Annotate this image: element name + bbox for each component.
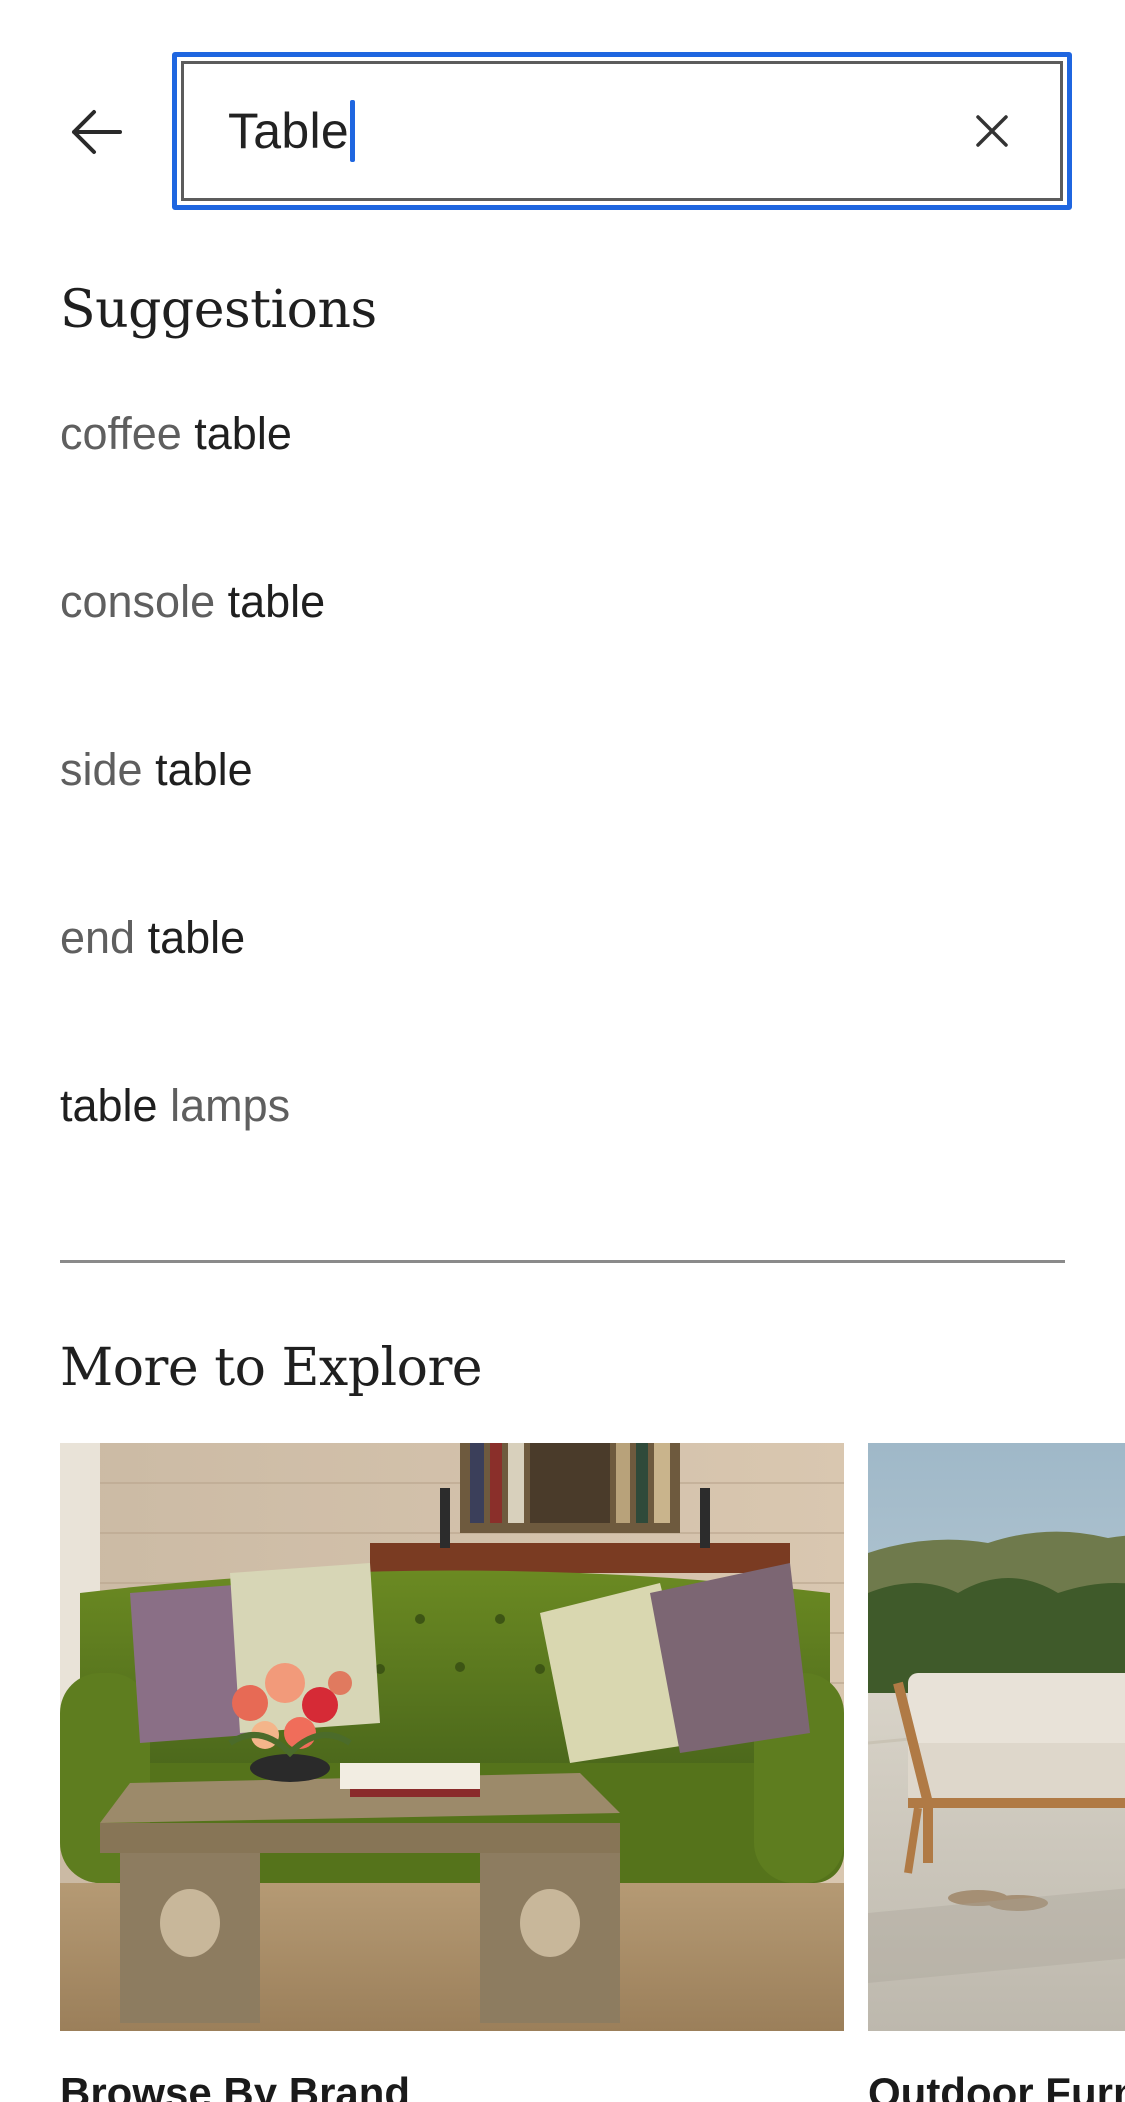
explore-card-label: Outdoor Furniture <box>868 2069 1125 2102</box>
search-header: Table <box>0 0 1125 240</box>
suggestion-item[interactable]: end table <box>60 884 1065 1052</box>
back-button[interactable] <box>60 100 132 164</box>
explore-heading: More to Explore <box>60 1338 483 1398</box>
explore-carousel[interactable]: Browse By Brand Outdoor Fur <box>60 1443 1125 2102</box>
suggestion-item[interactable]: table lamps <box>60 1052 1065 1220</box>
explore-card-outdoor-furniture[interactable]: Outdoor Furniture <box>868 1443 1125 2102</box>
arrow-left-icon <box>72 110 122 154</box>
suggestion-suffix: lamps <box>157 1080 291 1131</box>
suggestions-heading: Suggestions <box>60 280 377 340</box>
search-input-value: Table <box>228 103 350 159</box>
explore-card-label: Browse By Brand <box>60 2069 411 2102</box>
suggestion-match: table <box>60 1080 158 1131</box>
suggestion-prefix: coffee <box>60 408 195 459</box>
suggestion-match: table <box>194 408 292 459</box>
suggestion-item[interactable]: console table <box>60 548 1065 716</box>
suggestion-match: table <box>155 744 253 795</box>
explore-card-browse-by-brand[interactable]: Browse By Brand <box>60 1443 844 2102</box>
search-field-focus-ring: Table <box>172 52 1072 210</box>
clear-search-button[interactable] <box>964 103 1020 159</box>
search-input[interactable]: Table <box>228 100 356 162</box>
close-icon <box>976 115 1008 147</box>
suggestion-match: table <box>227 576 326 627</box>
suggestion-match: table <box>147 912 246 963</box>
suggestion-prefix: end <box>60 912 148 963</box>
search-field[interactable]: Table <box>181 61 1063 201</box>
suggestion-item[interactable]: coffee table <box>60 380 1065 548</box>
suggestion-prefix: side <box>60 744 156 795</box>
explore-card-image <box>868 1443 1125 2031</box>
suggestion-list: coffee table console table side table en… <box>60 380 1065 1220</box>
section-divider <box>60 1260 1065 1263</box>
text-caret <box>350 100 356 162</box>
suggestion-item[interactable]: side table <box>60 716 1065 884</box>
suggestion-prefix: console <box>60 576 228 627</box>
explore-card-image <box>60 1443 844 2031</box>
